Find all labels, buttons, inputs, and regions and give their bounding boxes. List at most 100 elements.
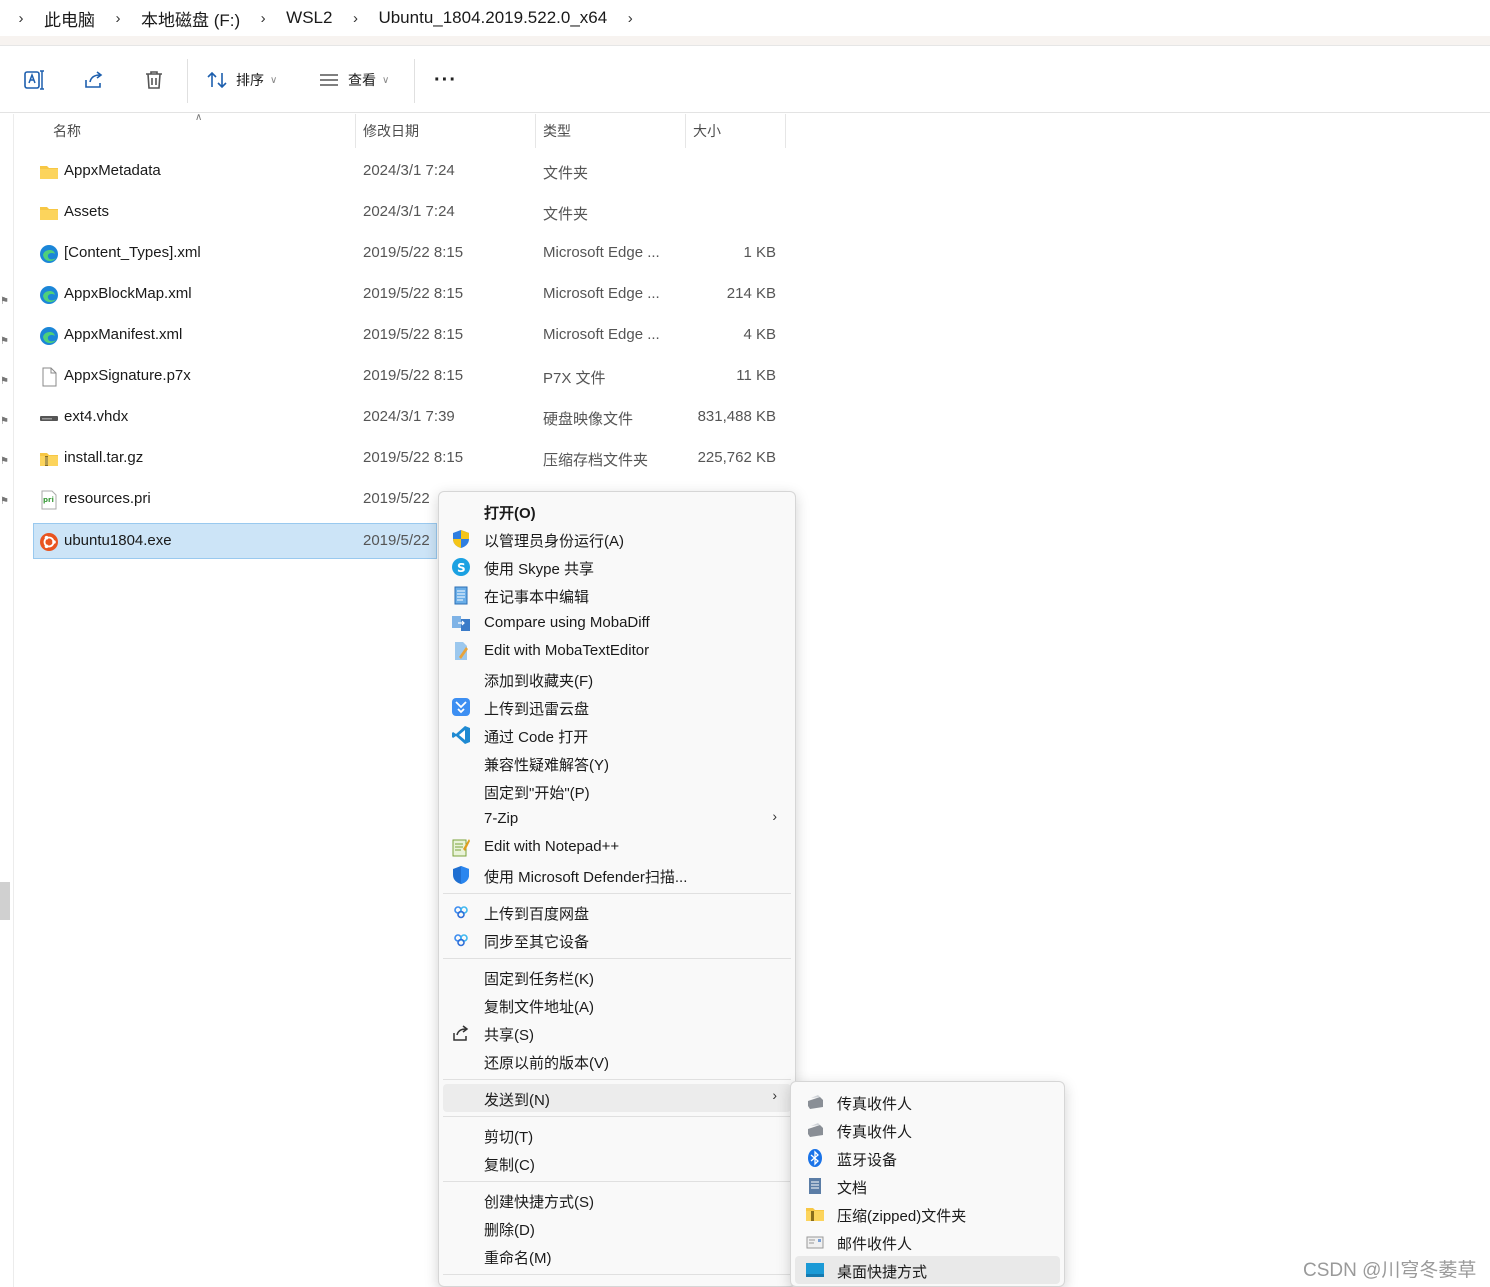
menu-separator [443, 893, 791, 894]
file-row[interactable]: AppxMetadata 2024/3/1 7:24 文件夹 [34, 154, 794, 190]
svg-text:S: S [457, 561, 466, 575]
file-row-selected[interactable]: ubuntu1804.exe 2019/5/22 [33, 523, 437, 559]
file-size: 831,488 KB [697, 408, 776, 425]
column-header-size[interactable]: 大小 [693, 114, 783, 148]
menu-item-pin-to-start[interactable]: 固定到"开始"(P) [443, 777, 791, 805]
column-header-date[interactable]: 修改日期 [363, 114, 533, 148]
defender-shield-icon [453, 866, 469, 884]
menu-item-open[interactable]: 打开(O) [443, 497, 791, 525]
rename-icon [24, 70, 44, 90]
chevron-right-icon[interactable]: › [250, 10, 276, 27]
file-row[interactable]: ext4.vhdx 2024/3/1 7:39 硬盘映像文件 831,488 K… [34, 400, 794, 436]
trash-icon [146, 71, 162, 89]
chevron-right-icon[interactable]: › [342, 10, 368, 27]
submenu-item-bluetooth[interactable]: 蓝牙设备 [795, 1144, 1060, 1172]
file-name: Assets [64, 203, 110, 220]
menu-item-baidu-upload[interactable]: 上传到百度网盘 [443, 898, 791, 926]
submenu-item-fax[interactable]: 传真收件人 [795, 1116, 1060, 1144]
view-icon [320, 74, 338, 86]
menu-item-restore-versions[interactable]: 还原以前的版本(V) [443, 1047, 791, 1075]
sort-button[interactable]: 排序 ∨ [206, 63, 277, 97]
file-name: ext4.vhdx [64, 408, 129, 425]
column-divider[interactable] [685, 114, 686, 148]
toolbar-divider [187, 59, 188, 103]
breadcrumb-item-ubuntu-folder[interactable]: Ubuntu_1804.2019.522.0_x64 [368, 8, 617, 28]
file-row[interactable]: Assets 2024/3/1 7:24 文件夹 [34, 195, 794, 231]
breadcrumb-item-drive[interactable]: 本地磁盘 (F:) [131, 6, 250, 31]
more-options-button[interactable]: ··· [434, 63, 457, 97]
menu-item-delete[interactable]: 删除(D) [443, 1214, 791, 1242]
file-name: AppxSignature.p7x [64, 367, 191, 384]
toolbar-divider [414, 59, 415, 103]
column-header-type[interactable]: 类型 [543, 114, 683, 148]
menu-item-notepad-plus-plus[interactable]: Edit with Notepad++ [443, 833, 791, 861]
document-icon [809, 1178, 821, 1194]
submenu-item-zip[interactable]: 压缩(zipped)文件夹 [795, 1200, 1060, 1228]
menu-item-send-to[interactable]: 发送到(N) › [443, 1084, 791, 1112]
menu-item-skype-share[interactable]: S 使用 Skype 共享 [443, 553, 791, 581]
file-row[interactable]: AppxBlockMap.xml 2019/5/22 8:15 Microsof… [34, 277, 794, 313]
menu-item-7zip[interactable]: 7-Zip › [443, 805, 791, 833]
share-button[interactable] [82, 63, 106, 97]
file-date: 2019/5/22 8:15 [363, 326, 464, 343]
breadcrumb: › 此电脑 › 本地磁盘 (F:) › WSL2 › Ubuntu_1804.2… [0, 0, 1490, 36]
send-to-submenu: 传真收件人 传真收件人 蓝牙设备 文档 压缩(zipped)文件夹 邮件收件人 … [790, 1081, 1065, 1287]
submenu-item-documents[interactable]: 文档 [795, 1172, 1060, 1200]
delete-button[interactable] [142, 63, 166, 97]
pin-icon: ⚑ [0, 336, 9, 347]
file-name: AppxBlockMap.xml [64, 285, 192, 302]
file-size: 4 KB [743, 326, 776, 343]
view-label: 查看 [348, 72, 376, 88]
sort-icon [207, 71, 227, 89]
ubuntu-icon [40, 533, 58, 551]
column-header-name[interactable]: 名称 [53, 114, 353, 148]
chevron-right-icon[interactable]: › [8, 10, 34, 27]
column-divider[interactable] [785, 114, 786, 148]
pri-icon: pri [41, 490, 57, 510]
menu-item-notepad-edit[interactable]: 在记事本中编辑 [443, 581, 791, 609]
menu-item-open-with-code[interactable]: 通过 Code 打开 [443, 721, 791, 749]
menu-item-copy[interactable]: 复制(C) [443, 1149, 791, 1177]
menu-item-pin-to-taskbar[interactable]: 固定到任务栏(K) [443, 963, 791, 991]
column-divider[interactable] [355, 114, 356, 148]
menu-item-mobadiff[interactable]: Compare using MobaDiff [443, 609, 791, 637]
address-bar-strip [0, 36, 1490, 46]
file-row[interactable]: AppxSignature.p7x 2019/5/22 8:15 P7X 文件 … [34, 359, 794, 395]
edge-icon [40, 245, 58, 263]
menu-item-create-shortcut[interactable]: 创建快捷方式(S) [443, 1186, 791, 1214]
skype-icon: S [452, 558, 470, 576]
breadcrumb-item-this-pc[interactable]: 此电脑 [34, 6, 105, 31]
file-row[interactable]: AppxManifest.xml 2019/5/22 8:15 Microsof… [34, 318, 794, 354]
view-button[interactable]: 查看 ∨ [318, 63, 389, 97]
chevron-right-icon[interactable]: › [617, 10, 643, 27]
submenu-item-desktop-shortcut[interactable]: 桌面快捷方式 [795, 1256, 1060, 1284]
watermark: CSDN @川穹冬萎草 [1303, 1260, 1477, 1281]
menu-item-defender-scan[interactable]: 使用 Microsoft Defender扫描... [443, 861, 791, 889]
submenu-item-fax[interactable]: 传真收件人 [795, 1088, 1060, 1116]
file-size: 11 KB [736, 367, 776, 384]
file-row[interactable]: install.tar.gz 2019/5/22 8:15 压缩存档文件夹 22… [34, 441, 794, 477]
menu-item-share[interactable]: 共享(S) [443, 1019, 791, 1047]
menu-item-cut[interactable]: 剪切(T) [443, 1121, 791, 1149]
rename-button[interactable] [22, 63, 46, 97]
menu-separator [443, 1116, 791, 1117]
menu-item-compat-troubleshoot[interactable]: 兼容性疑难解答(Y) [443, 749, 791, 777]
menu-item-add-favorites[interactable]: 添加到收藏夹(F) [443, 665, 791, 693]
menu-item-rename[interactable]: 重命名(M) [443, 1242, 791, 1270]
menu-item-run-as-admin[interactable]: 以管理员身份运行(A) [443, 525, 791, 553]
command-bar: 排序 ∨ 查看 ∨ ··· [0, 47, 1490, 113]
breadcrumb-item-wsl2[interactable]: WSL2 [276, 8, 342, 28]
mail-icon [806, 1236, 824, 1249]
menu-item-baidu-sync[interactable]: 同步至其它设备 [443, 926, 791, 954]
menu-item-copy-path[interactable]: 复制文件地址(A) [443, 991, 791, 1019]
menu-item-xunlei-upload[interactable]: 上传到迅雷云盘 [443, 693, 791, 721]
menu-separator [443, 1181, 791, 1182]
column-divider[interactable] [535, 114, 536, 148]
file-row[interactable]: [Content_Types].xml 2019/5/22 8:15 Micro… [34, 236, 794, 272]
scrollbar-thumb[interactable] [0, 882, 10, 920]
submenu-item-mail[interactable]: 邮件收件人 [795, 1228, 1060, 1256]
chevron-right-icon[interactable]: › [105, 10, 131, 27]
menu-item-mobatexteditor[interactable]: Edit with MobaTextEditor [443, 637, 791, 665]
baidu-netdisk-icon [454, 906, 468, 919]
baidu-netdisk-icon [454, 934, 468, 947]
